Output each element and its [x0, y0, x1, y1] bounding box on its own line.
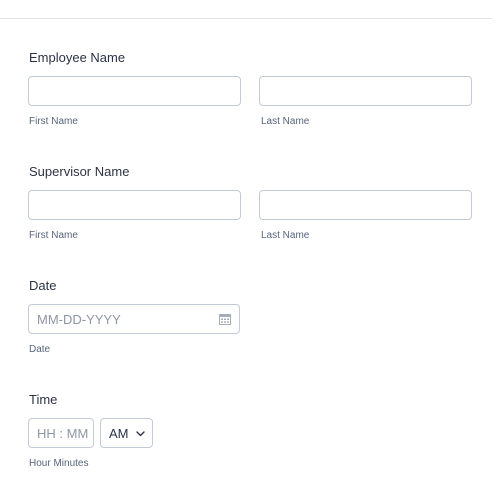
time-hhmm-input[interactable]: HH : MM: [28, 418, 94, 448]
time-label: Time: [29, 392, 58, 407]
time-placeholder: HH : MM: [37, 426, 89, 441]
employee-last-name-input[interactable]: [259, 76, 472, 106]
supervisor-last-name-input[interactable]: [259, 190, 472, 220]
employee-first-name-sublabel: First Name: [29, 116, 78, 127]
ampm-selected-value: AM: [109, 426, 129, 441]
supervisor-name-field: Supervisor Name First Name Last Name: [28, 164, 473, 244]
employee-name-label: Employee Name: [29, 50, 126, 65]
time-sublabel: Hour Minutes: [29, 458, 89, 469]
employee-name-field: Employee Name First Name Last Name: [28, 50, 473, 130]
date-field: Date MM-DD-YYYY Date: [28, 278, 243, 358]
calendar-icon[interactable]: [219, 314, 231, 325]
chevron-down-icon: [136, 431, 145, 437]
date-input[interactable]: MM-DD-YYYY: [28, 304, 240, 334]
top-divider: [0, 18, 492, 19]
supervisor-last-name-sublabel: Last Name: [261, 230, 310, 241]
employee-last-name-sublabel: Last Name: [261, 116, 310, 127]
ampm-select[interactable]: AM: [100, 418, 153, 448]
date-placeholder: MM-DD-YYYY: [37, 312, 121, 327]
date-sublabel: Date: [29, 344, 51, 355]
supervisor-first-name-sublabel: First Name: [29, 230, 78, 241]
date-label: Date: [29, 278, 57, 293]
supervisor-name-label: Supervisor Name: [29, 164, 130, 179]
time-field: Time HH : MM AM Hour Minutes: [28, 392, 158, 472]
employee-first-name-input[interactable]: [28, 76, 241, 106]
supervisor-first-name-input[interactable]: [28, 190, 241, 220]
